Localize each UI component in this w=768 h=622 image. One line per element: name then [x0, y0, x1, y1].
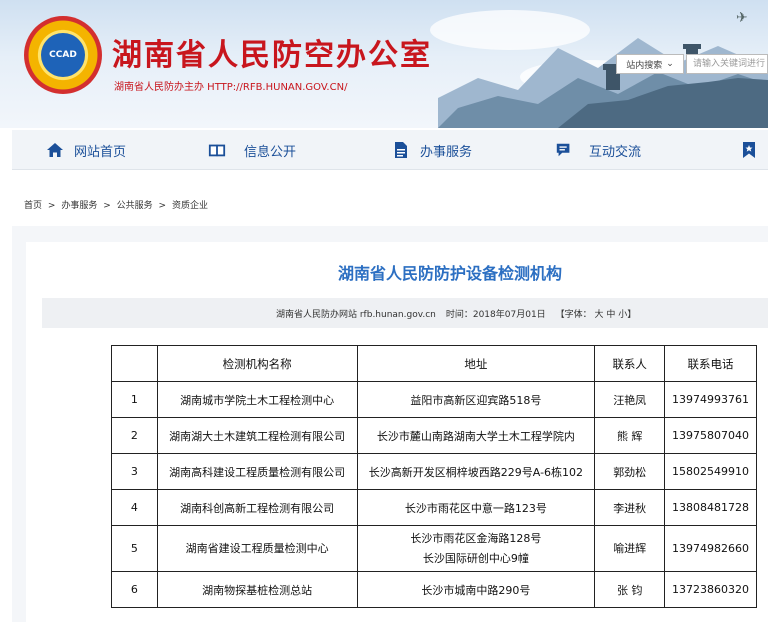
site-title: 湖南省人民防空办公室: [112, 38, 432, 73]
nav-item-info[interactable]: 信息公开: [208, 130, 296, 170]
row-index: 5: [111, 525, 158, 572]
row-index: 3: [111, 453, 158, 490]
org-address: 益阳市高新区迎宾路518号: [356, 381, 596, 418]
main-nav: 网站首页 信息公开 办事服务 互动交流: [12, 130, 768, 170]
article-title: 湖南省人民防防护设备检测机构: [337, 264, 562, 283]
row-index: 2: [111, 417, 158, 454]
org-name: 湖南科创高新工程检测有限公司: [156, 489, 358, 526]
breadcrumb-public[interactable]: 公共服务: [117, 201, 153, 211]
table-header-row: 检测机构名称 地址 联系人 联系电话: [111, 345, 757, 382]
table-row: 4 湖南科创高新工程检测有限公司 长沙市雨花区中意一路123号 李进秋 1380…: [111, 489, 757, 526]
header-index: [111, 345, 158, 382]
font-size-switch[interactable]: 【字体： 大 中 小】: [556, 307, 637, 320]
table-row: 3 湖南高科建设工程质量检测有限公司 长沙高新开发区桐梓坡西路229号A-6栋1…: [111, 453, 757, 490]
table-row: 6 湖南物探基桩检测总站 长沙市城南中路290号 张 钧 13723860320: [111, 571, 757, 608]
chevron-down-icon: ⌄: [666, 59, 674, 69]
breadcrumb-current[interactable]: 资质企业: [172, 201, 208, 211]
article-time: 时间：2018年07月01日: [445, 309, 546, 320]
org-name: 湖南省建设工程质量检测中心: [156, 525, 358, 572]
contact-phone: 15802549910: [664, 453, 757, 490]
bookmark-icon: [740, 141, 758, 159]
row-index: 6: [111, 571, 158, 608]
article-source: 湖南省人民防办网站 rfb.hunan.gov.cn: [276, 309, 436, 320]
search-scope-label: 站内搜索: [626, 60, 663, 71]
contact-phone: 13723860320: [664, 571, 757, 608]
org-address: 长沙高新开发区桐梓坡西路229号A-6栋102: [356, 453, 596, 490]
table-row: 1 湖南城市学院土木工程检测中心 益阳市高新区迎宾路518号 汪艳凤 13974…: [111, 381, 757, 418]
address-line-2: 长沙国际研创中心9幢: [422, 551, 529, 565]
header-phone: 联系电话: [664, 345, 757, 382]
row-index: 1: [111, 381, 158, 418]
article-meta: 湖南省人民防办网站 rfb.hunan.gov.cn 时间：2018年07月01…: [42, 298, 768, 328]
org-address: 长沙市麓山南路湖南大学土木工程学院内: [356, 417, 596, 454]
contact-phone: 13974982660: [664, 525, 757, 572]
document-icon: [392, 141, 410, 159]
breadcrumb-home[interactable]: 首页: [24, 201, 42, 211]
nav-item-home[interactable]: 网站首页: [46, 130, 126, 170]
site-header: CCAD 湖南省人民防空办公室 湖南省人民防办主办 HTTP://RFB.HUN…: [0, 0, 768, 128]
contact-phone: 13974993761: [664, 381, 757, 418]
nav-label: 网站首页: [74, 144, 127, 160]
home-icon: [46, 141, 64, 159]
contact-phone: 13808481728: [664, 489, 757, 526]
plane-icon: ✈: [736, 10, 748, 26]
chat-icon: [555, 141, 573, 159]
contact-person: 郭劲松: [594, 453, 666, 490]
breadcrumb-separator: >: [103, 201, 111, 211]
org-name: 湖南物探基桩检测总站: [156, 571, 358, 608]
org-name: 湖南城市学院土木工程检测中心: [156, 381, 358, 418]
nav-item-special[interactable]: [740, 130, 758, 170]
search-scope-select[interactable]: 站内搜索 ⌄: [616, 54, 684, 74]
org-name: 湖南高科建设工程质量检测有限公司: [156, 453, 358, 490]
nav-label: 互动交流: [589, 144, 642, 160]
address-line-1: 长沙市雨花区金海路128号: [410, 531, 542, 545]
site-logo[interactable]: CCAD: [24, 16, 102, 94]
table-row: 2 湖南湖大土木建筑工程检测有限公司 长沙市麓山南路湖南大学土木工程学院内 熊 …: [111, 417, 757, 454]
org-address: 长沙市雨花区金海路128号 长沙国际研创中心9幢: [356, 525, 596, 572]
site-subtitle: 湖南省人民防办主办 HTTP://RFB.HUNAN.GOV.CN/: [114, 82, 348, 93]
org-name: 湖南湖大土木建筑工程检测有限公司: [156, 417, 358, 454]
org-address: 长沙市城南中路290号: [356, 571, 596, 608]
nav-item-services[interactable]: 办事服务: [392, 130, 472, 170]
breadcrumb-separator: >: [47, 201, 56, 211]
breadcrumb-services[interactable]: 办事服务: [61, 201, 97, 211]
contact-person: 汪艳凤: [594, 381, 666, 418]
breadcrumb: 首页 > 办事服务 > 公共服务 > 资质企业: [24, 198, 211, 211]
search-input[interactable]: 请输入关键词进行: [686, 54, 768, 74]
breadcrumb-separator: >: [158, 201, 167, 211]
book-icon: [208, 141, 226, 159]
table-row: 5 湖南省建设工程质量检测中心 长沙市雨花区金海路128号 长沙国际研创中心9幢…: [111, 525, 757, 572]
row-index: 4: [111, 489, 158, 526]
contact-person: 李进秋: [594, 489, 666, 526]
contact-person: 喻进辉: [594, 525, 666, 572]
nav-label: 信息公开: [244, 144, 297, 160]
contact-person: 张 钧: [594, 571, 666, 608]
nav-item-interaction[interactable]: 互动交流: [555, 130, 641, 170]
header-address: 地址: [356, 345, 596, 382]
contact-phone: 13975807040: [664, 417, 757, 454]
nav-label: 办事服务: [420, 144, 473, 160]
header-name: 检测机构名称: [156, 345, 358, 382]
header-contact: 联系人: [594, 345, 666, 382]
org-address: 长沙市雨花区中意一路123号: [356, 489, 596, 526]
logo-text: CCAD: [41, 33, 85, 77]
contact-person: 熊 辉: [594, 417, 666, 454]
org-table: 检测机构名称 地址 联系人 联系电话 1 湖南城市学院土木工程检测中心 益阳市高…: [111, 345, 757, 608]
